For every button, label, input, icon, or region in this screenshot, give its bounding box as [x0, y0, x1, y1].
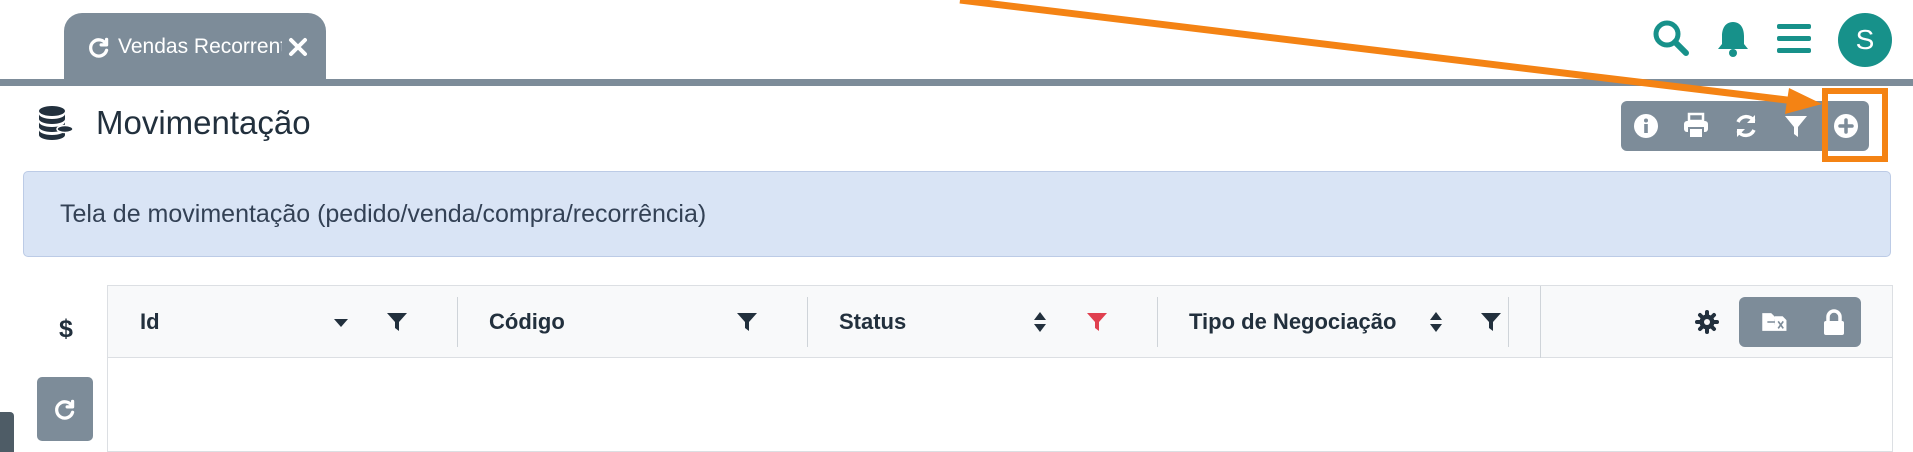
column-separator — [807, 297, 808, 347]
filter-icon[interactable] — [736, 311, 758, 333]
export-excel-icon — [1762, 313, 1787, 331]
grid-header: Id Código Status Tipo de Negociação — [108, 286, 1892, 358]
lock-button[interactable] — [1809, 297, 1859, 347]
data-grid: Id Código Status Tipo de Negociação — [107, 285, 1893, 452]
lock-icon — [1824, 309, 1844, 335]
column-header-tipo-negociacao[interactable]: Tipo de Negociação — [1189, 286, 1396, 358]
sort-desc-icon[interactable] — [333, 315, 349, 329]
side-refresh-button[interactable] — [37, 377, 93, 441]
export-excel-button[interactable] — [1747, 297, 1803, 347]
filter-icon[interactable] — [1480, 311, 1502, 333]
grid-tools — [1739, 297, 1861, 347]
column-separator — [1508, 297, 1509, 347]
column-label: Código — [489, 309, 565, 334]
column-separator — [1540, 286, 1541, 358]
refresh-icon — [55, 399, 75, 420]
gear-icon[interactable] — [1695, 310, 1719, 334]
column-label: Id — [140, 309, 160, 334]
column-label: Status — [839, 309, 907, 334]
column-header-status[interactable]: Status — [839, 286, 906, 358]
column-header-codigo[interactable]: Código — [489, 286, 565, 358]
column-separator — [457, 297, 458, 347]
column-label: Tipo de Negociação — [1189, 309, 1397, 334]
currency-symbol: $ — [59, 315, 73, 343]
side-collapse-tab[interactable] — [0, 412, 14, 452]
sort-icon[interactable] — [1033, 310, 1047, 334]
column-header-id[interactable]: Id — [140, 286, 160, 358]
filter-icon[interactable] — [386, 311, 408, 333]
sort-icon[interactable] — [1429, 310, 1443, 334]
filter-active-icon[interactable] — [1086, 311, 1108, 333]
column-separator — [1157, 297, 1158, 347]
banner-text: Tela de movimentação (pedido/venda/compr… — [60, 199, 707, 228]
info-banner: Tela de movimentação (pedido/venda/compr… — [23, 171, 1891, 257]
